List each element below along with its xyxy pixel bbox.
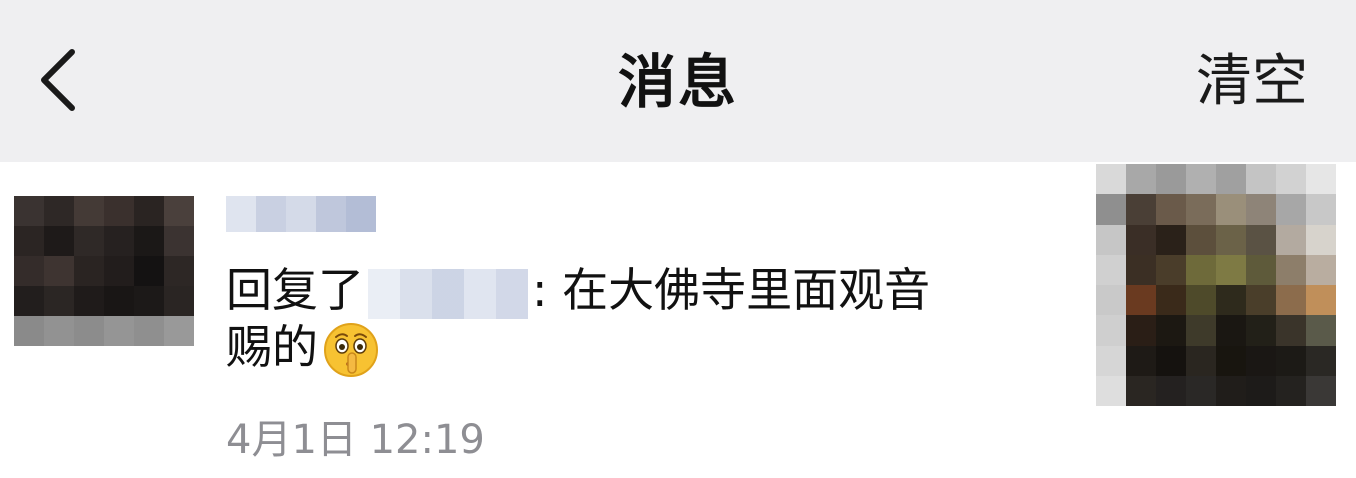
reply-prefix: 回复了 bbox=[226, 263, 364, 317]
reply-text: : 在大佛寺里面观音 bbox=[532, 263, 931, 317]
username[interactable] bbox=[226, 196, 376, 232]
reply-line: 回复了 : 在大佛寺里面观音 bbox=[226, 262, 1046, 319]
page-title: 消息 bbox=[617, 48, 738, 116]
shushing-face-emoji-icon bbox=[322, 321, 380, 379]
clear-button[interactable]: 清空 bbox=[1196, 42, 1308, 122]
navigation-bar: 消息 清空 bbox=[0, 0, 1356, 162]
message-item[interactable]: 回复了 : 在大佛寺里面观音 赐的 4月1日 12:19 bbox=[0, 162, 1356, 478]
avatar[interactable] bbox=[14, 196, 194, 346]
reply-text-continued: 赐的 bbox=[226, 319, 318, 374]
timestamp: 4月1日 12:19 bbox=[226, 417, 485, 463]
mentioned-user[interactable] bbox=[368, 268, 528, 319]
reply-line-2: 赐的 bbox=[226, 319, 1046, 380]
message-content: 回复了 : 在大佛寺里面观音 赐的 bbox=[226, 262, 1046, 379]
pixelated-image-thumbnail[interactable] bbox=[1096, 164, 1336, 406]
